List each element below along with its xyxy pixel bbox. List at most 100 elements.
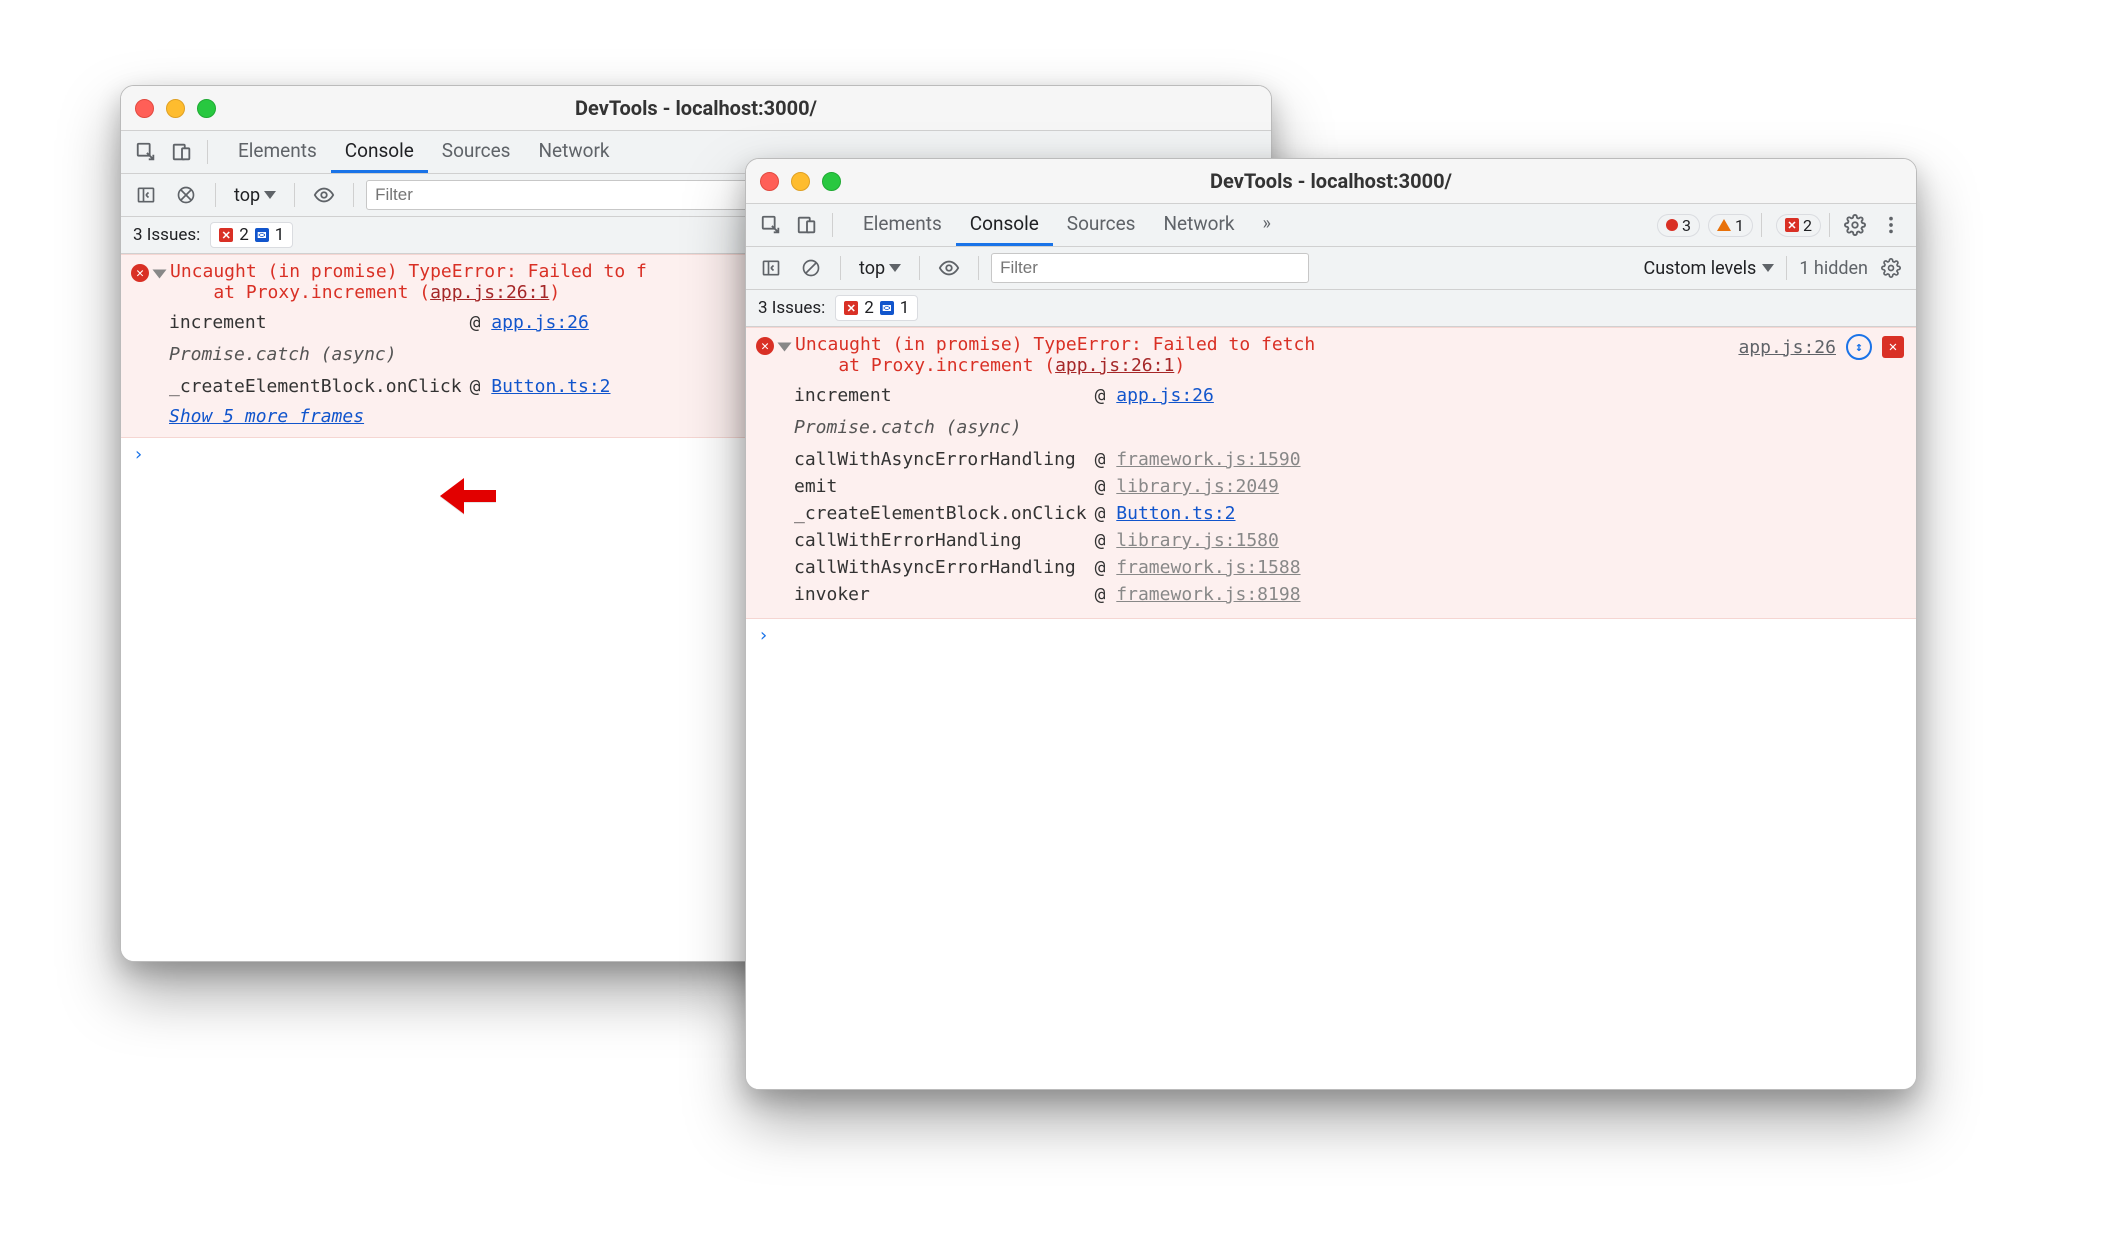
error-source-link[interactable]: app.js:26 (1738, 337, 1836, 358)
minimize-icon[interactable] (166, 99, 185, 118)
error-source-link[interactable]: app.js:26:1 (1055, 355, 1174, 376)
chevron-down-icon (1762, 264, 1774, 272)
context-selector[interactable]: top (853, 256, 907, 281)
tab-network[interactable]: Network (1149, 204, 1248, 246)
separator (978, 256, 979, 280)
log-levels-label: Custom levels (1644, 258, 1757, 279)
tab-network[interactable]: Network (524, 131, 623, 173)
tab-label: Sources (442, 139, 511, 162)
settings-gear-icon[interactable] (1838, 208, 1872, 242)
stack-fn: callWithErrorHandling (794, 527, 1095, 554)
disclosure-triangle-icon[interactable] (778, 343, 792, 352)
chevron-down-icon (889, 264, 901, 272)
error-badge-icon: ✕ (219, 228, 233, 242)
stack-trace: increment @ app.js:26 Promise.catch (asy… (169, 309, 619, 400)
tab-sources[interactable]: Sources (428, 131, 525, 173)
feedback-badge-icon[interactable]: ✕ (1882, 336, 1904, 358)
stack-source-link[interactable]: Button.ts:2 (1116, 503, 1235, 524)
hidden-count[interactable]: 1 hidden (1799, 258, 1868, 279)
toggle-sidebar-icon[interactable] (129, 178, 163, 212)
issues-counts: ✕ 2 ✉ 1 (835, 295, 918, 321)
tab-label: Console (345, 139, 414, 162)
stack-source-link[interactable]: Button.ts:2 (491, 376, 610, 397)
stack-source-link[interactable]: framework.js:8198 (1116, 584, 1300, 605)
minimize-icon[interactable] (791, 172, 810, 191)
stack-source-link[interactable]: framework.js:1588 (1116, 557, 1300, 578)
error-dot-icon (1666, 219, 1678, 231)
error-source-link[interactable]: app.js:26:1 (430, 282, 549, 303)
tab-console[interactable]: Console (331, 131, 428, 173)
stack-frame[interactable]: _createElementBlock.onClick @ Button.ts:… (794, 500, 1309, 527)
stack-frame[interactable]: increment @ app.js:26 (169, 309, 619, 336)
disclosure-triangle-icon[interactable] (153, 270, 167, 279)
device-toggle-icon[interactable] (165, 135, 199, 169)
stack-fn: increment (169, 309, 470, 336)
more-tabs-icon[interactable]: » (1249, 204, 1282, 246)
stack-source-link[interactable]: library.js:1580 (1116, 530, 1279, 551)
error-message: Uncaught (in promise) TypeError: Failed … (795, 334, 1315, 376)
stack-frame[interactable]: increment @ app.js:26 (794, 382, 1309, 409)
inspect-icon[interactable] (754, 208, 788, 242)
titlebar[interactable]: DevTools - localhost:3000/ (746, 159, 1916, 204)
panel-tabs: Elements Console Sources Network » 3 1 ✕… (746, 204, 1916, 247)
separator (1761, 213, 1762, 237)
tab-sources[interactable]: Sources (1053, 204, 1150, 246)
separator (1829, 213, 1830, 237)
device-toggle-icon[interactable] (790, 208, 824, 242)
show-more-link[interactable]: Show 5 more frames (169, 406, 364, 427)
issues-count-pill[interactable]: ✕2 (1776, 214, 1821, 237)
stack-frame[interactable]: callWithAsyncErrorHandling @ framework.j… (794, 554, 1309, 581)
tab-elements[interactable]: Elements (224, 131, 331, 173)
message-badge-icon: ✉ (255, 228, 269, 242)
stack-fn: invoker (794, 581, 1095, 608)
error-icon: ✕ (131, 264, 149, 282)
clear-console-icon[interactable] (169, 178, 203, 212)
maximize-icon[interactable] (197, 99, 216, 118)
context-label: top (859, 258, 885, 279)
stack-source-link[interactable]: library.js:2049 (1116, 476, 1279, 497)
tab-label: Elements (863, 212, 942, 235)
stack-source-link[interactable]: app.js:26 (491, 312, 589, 333)
stack-frame[interactable]: _createElementBlock.onClick @ Button.ts:… (169, 373, 619, 400)
inspect-icon[interactable] (129, 135, 163, 169)
stack-frame[interactable]: emit @ library.js:2049 (794, 473, 1309, 500)
tab-elements[interactable]: Elements (849, 204, 956, 246)
stack-source-link[interactable]: app.js:26 (1116, 385, 1214, 406)
window-title: DevTools - localhost:3000/ (746, 169, 1916, 193)
separator (1786, 256, 1787, 280)
separator (294, 183, 295, 207)
close-icon[interactable] (135, 99, 154, 118)
async-boundary: Promise.catch (async) (794, 409, 1309, 446)
clear-console-icon[interactable] (794, 251, 828, 285)
close-icon[interactable] (760, 172, 779, 191)
console-prompt[interactable]: › (746, 619, 1916, 652)
stack-frame[interactable]: invoker @ framework.js:8198 (794, 581, 1309, 608)
filter-input[interactable] (991, 253, 1309, 283)
live-expression-icon[interactable] (307, 178, 341, 212)
more-menu-icon[interactable] (1874, 208, 1908, 242)
chevron-down-icon (264, 191, 276, 199)
console-error[interactable]: app.js:26 ↕ ✕ ✕ Uncaught (in promise) Ty… (746, 327, 1916, 619)
live-expression-icon[interactable] (932, 251, 966, 285)
issues-counts: ✕ 2 ✉ 1 (210, 222, 293, 248)
stack-trace: increment @ app.js:26 Promise.catch (asy… (794, 382, 1309, 608)
stack-source-link[interactable]: framework.js:1590 (1116, 449, 1300, 470)
error-count-pill[interactable]: 3 (1657, 214, 1700, 237)
tab-console[interactable]: Console (956, 204, 1053, 246)
error-icon: ✕ (756, 337, 774, 355)
reload-icon[interactable]: ↕ (1846, 334, 1872, 360)
error-source-meta: app.js:26 ↕ ✕ (1738, 334, 1904, 360)
stack-frame[interactable]: callWithAsyncErrorHandling @ framework.j… (794, 446, 1309, 473)
stack-fn: emit (794, 473, 1095, 500)
issues-error-count: 2 (864, 298, 874, 318)
console-settings-gear-icon[interactable] (1874, 251, 1908, 285)
titlebar[interactable]: DevTools - localhost:3000/ (121, 86, 1271, 131)
stack-fn: callWithAsyncErrorHandling (794, 554, 1095, 581)
issues-bar[interactable]: 3 Issues: ✕ 2 ✉ 1 (746, 290, 1916, 327)
log-levels-selector[interactable]: Custom levels (1644, 258, 1775, 279)
toggle-sidebar-icon[interactable] (754, 251, 788, 285)
context-selector[interactable]: top (228, 183, 282, 208)
stack-frame[interactable]: callWithErrorHandling @ library.js:1580 (794, 527, 1309, 554)
warning-count-pill[interactable]: 1 (1708, 214, 1753, 237)
maximize-icon[interactable] (822, 172, 841, 191)
